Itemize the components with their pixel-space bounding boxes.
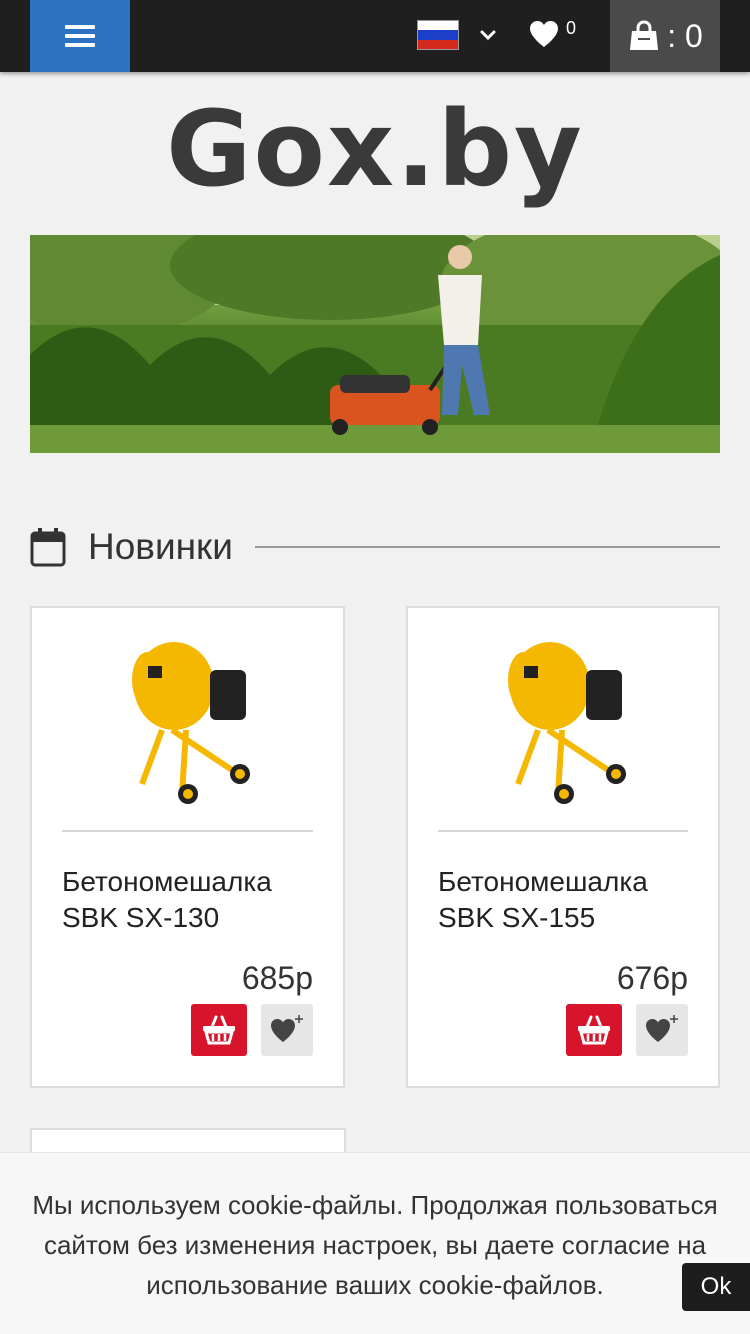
cookie-message: Мы используем cookie-файлы. Продолжая по… — [32, 1190, 718, 1300]
shopping-bag-icon — [630, 20, 659, 50]
section-divider — [254, 546, 720, 548]
product-card[interactable]: Бетономешалка SBK SX-155 676р — [406, 606, 720, 1088]
hero-banner-image — [30, 235, 720, 453]
product-price: 685р — [241, 960, 313, 996]
product-name[interactable]: Бетономешалка SBK SX-130 — [62, 864, 323, 936]
card-divider — [62, 830, 313, 832]
hamburger-icon — [65, 25, 95, 47]
menu-button[interactable] — [30, 0, 130, 72]
new-products-section-header: Новинки — [30, 522, 720, 572]
language-selector[interactable] — [417, 20, 497, 50]
hero-banner[interactable] — [30, 235, 720, 453]
product-card[interactable]: Бетономешалка SBK SX-130 685р — [30, 606, 345, 1088]
basket-icon — [578, 1015, 610, 1045]
section-title: Новинки — [88, 526, 233, 567]
cart-button[interactable]: : 0 — [610, 0, 720, 72]
add-to-cart-button[interactable] — [566, 1004, 622, 1056]
russia-flag-icon — [417, 20, 459, 50]
cart-count: : 0 — [667, 17, 703, 54]
product-name[interactable]: Бетономешалка SBK SX-155 — [438, 864, 698, 936]
chevron-down-icon — [480, 30, 496, 41]
cookie-ok-button[interactable]: Ok — [682, 1263, 750, 1311]
cookie-banner: Мы используем cookie-файлы. Продолжая по… — [0, 1152, 750, 1334]
basket-icon — [203, 1015, 235, 1045]
product-image[interactable] — [122, 634, 262, 804]
product-image[interactable] — [498, 634, 638, 804]
card-divider — [438, 830, 688, 832]
calendar-icon — [30, 528, 66, 567]
top-bar: 0 : 0 — [0, 0, 750, 72]
product-price: 676р — [616, 960, 688, 996]
site-logo[interactable]: Gox.by — [0, 92, 750, 207]
add-to-wishlist-button[interactable] — [261, 1004, 313, 1056]
add-to-cart-button[interactable] — [191, 1004, 247, 1056]
wishlist-heart-icon[interactable] — [528, 18, 560, 50]
wishlist-count: 0 — [566, 18, 577, 38]
add-to-wishlist-button[interactable] — [636, 1004, 688, 1056]
heart-plus-icon — [646, 1015, 678, 1042]
heart-plus-icon — [271, 1015, 303, 1042]
